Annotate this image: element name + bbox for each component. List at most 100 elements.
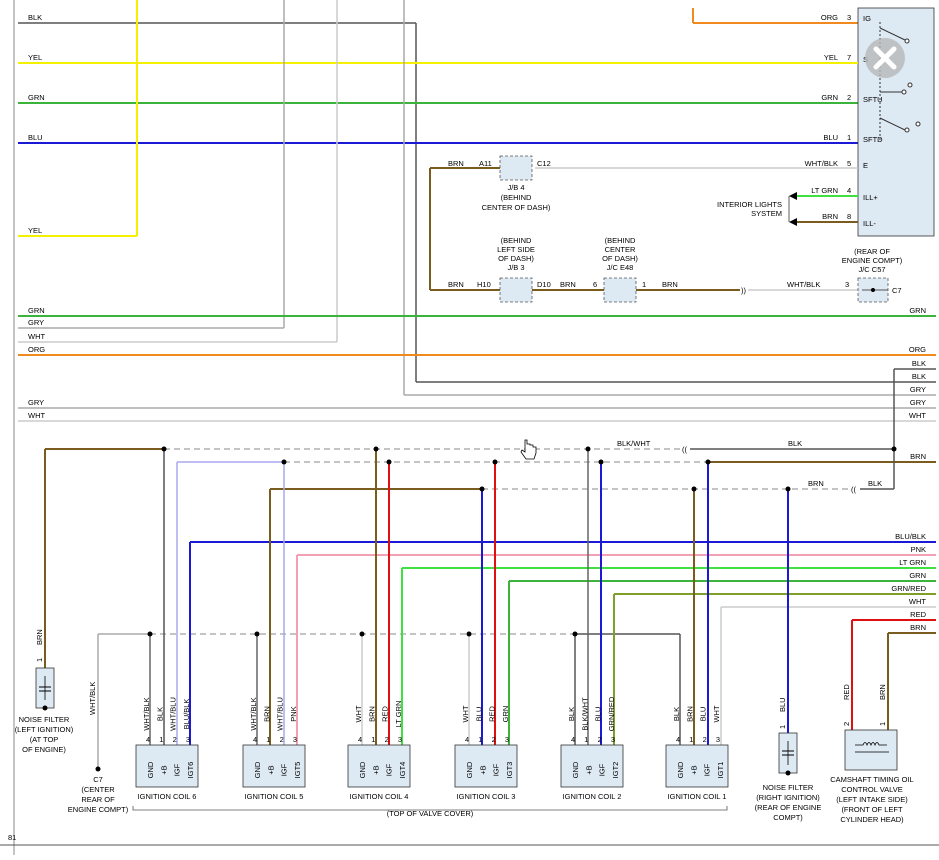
interior-lights-label-2: SYSTEM [751,209,782,218]
jcc57-pin: 3 [845,280,849,289]
nf-right-wire: BLU [778,697,787,712]
wire-label-wht-2: WHT [28,411,45,420]
switch-row-ig: ORG 3 IG [821,13,871,23]
break-icon: (( [682,445,687,454]
nf-right-pin: 1 [778,725,787,729]
coil-pin-name: +B [689,765,698,774]
jb4-pin-left: A11 [479,159,492,168]
coil-wire-label: RED [488,706,497,722]
coil-wire-label: BRN [262,706,271,722]
svg-text:(REAR OF ENGINE: (REAR OF ENGINE [755,803,822,812]
wiring-diagram: 81 BLK YEL GRN BLU YEL GRN GRY WHT ORG G… [0,0,939,855]
jb3-label: (BEHIND LEFT SIDE OF DASH) J/B 3 [497,236,535,272]
right-label-wht-2: WHT [909,597,926,606]
coil-pin-number: 1 [371,735,375,744]
coil-wire-label: BLK [567,707,576,721]
coil-wire-label: BLU [594,707,603,722]
svg-text:8: 8 [847,212,851,221]
coil-wire-label: WHT/BLU [169,697,178,731]
coil-pin-name: IGF [703,763,712,776]
svg-text:BLU: BLU [823,133,838,142]
arrow-icon [789,218,797,226]
wire-label-yel: YEL [28,53,42,62]
c7-label: C7 (CENTER REAR OF ENGINE COMPT) [68,775,129,814]
coil-pin-name: IGT1 [716,762,725,779]
svg-text:ENGINE COMPT): ENGINE COMPT) [68,805,129,814]
svg-text:(FRONT OF LEFT: (FRONT OF LEFT [841,805,903,814]
jce48-label: (BEHIND CENTER OF DASH) J/C E48 [602,236,638,272]
jb4-pin-right: C12 [537,159,551,168]
jb3-wire-left: BRN [448,280,464,289]
ignition-coil-1: 4 GND BLK 1 +B BRN 2 IGF BLU 3 IGT1 WHT IGNITION COI… [665,705,729,801]
svg-text:J/C C57: J/C C57 [858,265,885,274]
svg-text:(BEHIND: (BEHIND [605,236,636,245]
svg-text:BRN: BRN [822,212,838,221]
svg-text:GRN: GRN [821,93,838,102]
right-label-blk: BLK [912,359,926,368]
right-label-red: RED [910,610,926,619]
nf-right-label: NOISE FILTER (RIGHT IGNITION) (REAR OF E… [755,783,822,822]
coil-pin-number: 4 [253,735,257,744]
jce48-wire-right: BRN [662,280,678,289]
svg-text:NOISE FILTER: NOISE FILTER [19,715,70,724]
coil-pin-number: 1 [478,735,482,744]
coil-pin-name: GND [146,761,155,778]
svg-text:7: 7 [847,53,851,62]
coil-pin-name: GND [253,761,262,778]
svg-text:(REAR OF: (REAR OF [854,247,890,256]
right-label-gry: GRY [910,385,926,394]
coil-pin-number: 1 [266,735,270,744]
break-icon: )) [741,286,746,295]
coil-pin-name: IGF [385,763,394,776]
jb3-pin-right: D10 [537,280,551,289]
ignition-coil-4: 4 GND WHT 1 +B BRN 2 IGF RED 3 IGT4 LT GRN IGNITION … [347,701,411,801]
coil-pin-number: 4 [358,735,362,744]
coil-pin-number: 3 [293,735,297,744]
coil-wire-label: BLK [155,707,164,721]
arrow-icon [789,192,797,200]
coil-wire-label: BRN [685,706,694,722]
ignition-coil-2: 4 GND BLK 1 +B BLK/WHT 2 IGF BLU 3 IGT2 GRN/RED IGNI… [560,696,624,801]
page-number: 81 [8,833,16,842]
svg-text:J/C E48: J/C E48 [607,263,634,272]
svg-text:(RIGHT IGNITION): (RIGHT IGNITION) [756,793,820,802]
coil-pin-number: 2 [173,735,177,744]
coil-wire-label: WHT [461,705,470,722]
coil-pin-name: IGF [598,763,607,776]
svg-text:LT GRN: LT GRN [811,186,838,195]
svg-text:(LEFT IGNITION): (LEFT IGNITION) [15,725,74,734]
svg-text:ILL+: ILL+ [863,193,878,202]
right-label-grn: GRN [909,306,926,315]
svg-text:ORG: ORG [821,13,838,22]
svg-text:YEL: YEL [824,53,838,62]
coil-pin-number: 3 [398,735,402,744]
blk-bus-left-label: BLK/WHT [617,439,651,448]
right-label-brn: BRN [910,452,926,461]
coil-pin-name: IGT6 [186,762,195,779]
nf-left-wire: BRN [35,629,44,645]
camshaft-valve-connector [844,729,898,771]
c7-wire: WHT/BLK [88,682,97,715]
svg-text:(AT TOP: (AT TOP [30,735,59,744]
right-label-grn-red: GRN/RED [891,584,926,593]
coil-wire-label: BLK/WHT [580,697,589,731]
coil-pin-number: 2 [598,735,602,744]
svg-text:OF DASH): OF DASH) [602,254,638,263]
coil-pin-name: GND [571,761,580,778]
jcc57-wire-left: WHT/BLK [787,280,820,289]
jb4-wire: BRN [448,159,464,168]
cam-wire-brn: BRN [878,684,887,700]
svg-text:COMPT): COMPT) [773,813,803,822]
close-icon[interactable] [865,38,905,78]
svg-text:3: 3 [847,13,851,22]
coil-wire-label: RED [381,706,390,722]
ignition-coil-3: 4 GND WHT 1 +B BLU 2 IGF RED 3 IGT3 GRN IGNITION COI… [454,705,518,801]
coil-pin-number: 2 [492,735,496,744]
right-label-pnk: PNK [911,545,926,554]
right-label-blu-blk: BLU/BLK [895,532,926,541]
coil-pin-number: 3 [186,735,190,744]
svg-text:CAMSHAFT TIMING OIL: CAMSHAFT TIMING OIL [830,775,913,784]
break-icon: (( [851,485,856,494]
wire-label-grn-2: GRN [28,306,45,315]
coil-pin-name: IGF [280,763,289,776]
